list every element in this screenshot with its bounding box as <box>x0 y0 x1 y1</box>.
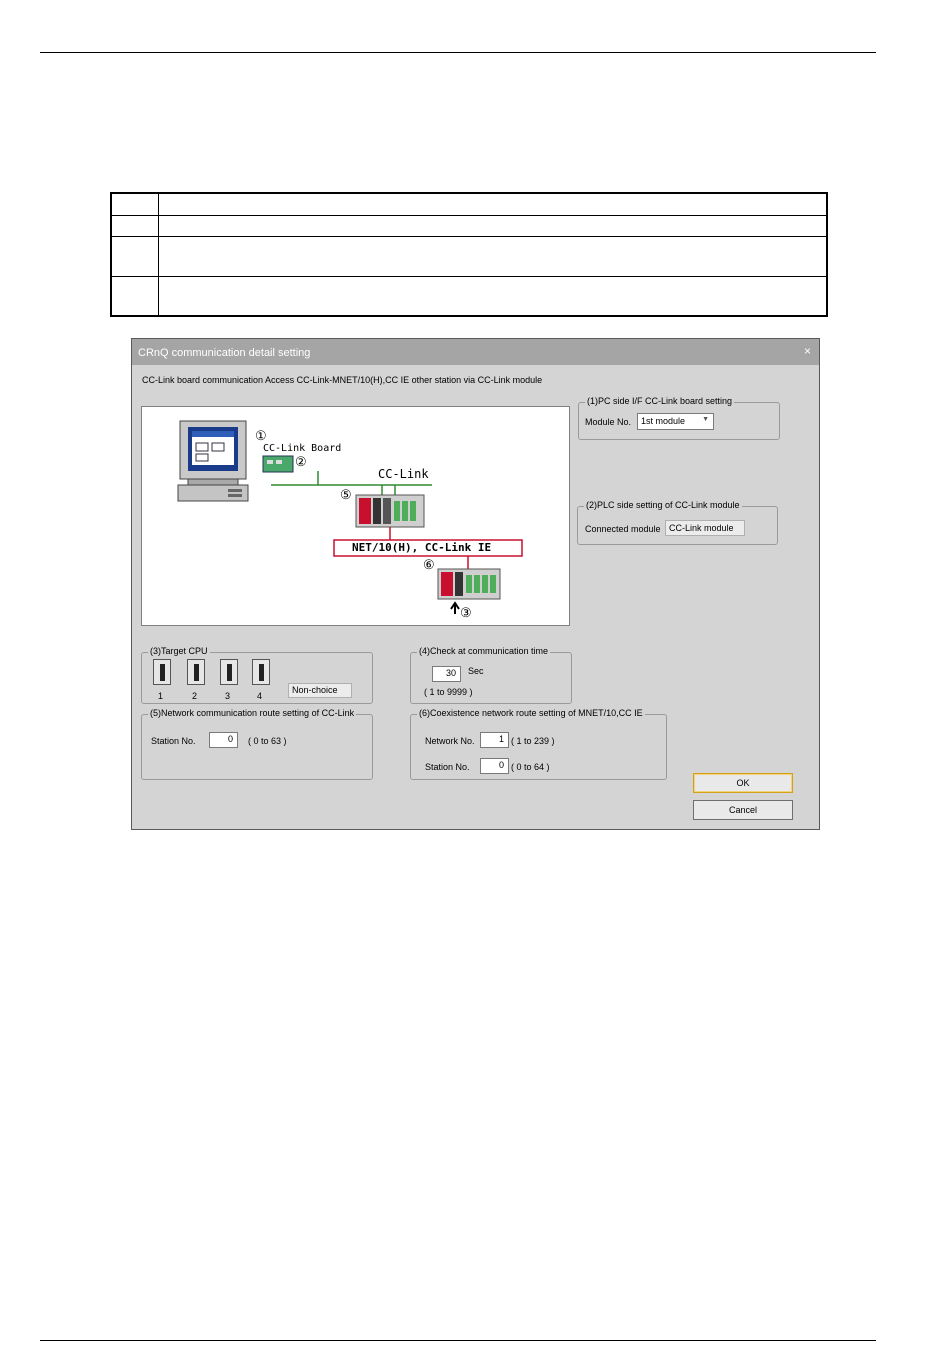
cpu-2-button[interactable] <box>187 659 205 685</box>
coexistence-station-input[interactable]: 0 <box>480 758 509 774</box>
cpu-selection-value: Non-choice <box>288 683 352 698</box>
check-time-group: (4)Check at communication time 30 Sec ( … <box>410 646 572 704</box>
network-diagram: ① CC-Link Board ② CC-Link ⑤ NET/10(H), C… <box>141 406 570 626</box>
close-icon[interactable]: × <box>804 344 811 358</box>
coexistence-station-label: Station No. <box>425 762 470 772</box>
coexistence-network-range: ( 1 to 239 ) <box>511 736 555 746</box>
cc-link-bus-label: CC-Link <box>378 467 429 481</box>
coexistence-network-label: Network No. <box>425 736 475 746</box>
coexistence-station-range: ( 0 to 64 ) <box>511 762 550 772</box>
plc-side-group-title: (2)PLC side setting of CC-Link module <box>584 500 742 510</box>
cpu-4-button[interactable] <box>252 659 270 685</box>
route-group-title: (5)Network communication route setting o… <box>148 708 357 718</box>
module-no-value: 1st module <box>641 416 686 426</box>
ok-button[interactable]: OK <box>693 773 793 793</box>
dialog-description: CC-Link board communication Access CC-Li… <box>142 375 543 385</box>
route-station-input[interactable]: 0 <box>209 732 238 748</box>
coexistence-group-title: (6)Coexistence network route setting of … <box>417 708 645 718</box>
dialog-title: CRnQ communication detail setting <box>138 347 311 359</box>
target-cpu-group-title: (3)Target CPU <box>148 646 210 656</box>
module-no-label: Module No. <box>585 417 632 427</box>
diagram-marker-6: ⑥ <box>423 557 435 572</box>
page-footer-rule <box>40 1340 876 1341</box>
route-station-label: Station No. <box>151 736 196 746</box>
cpu-3-label: 3 <box>225 691 231 701</box>
up-arrow-icon <box>450 601 460 614</box>
doc-table <box>110 192 828 317</box>
diagram-marker-1: ① <box>255 428 267 443</box>
connected-module-label: Connected module <box>585 524 661 534</box>
route-group: (5)Network communication route setting o… <box>141 708 373 780</box>
doc-table-row <box>112 236 826 277</box>
pc-computer-icon <box>177 420 249 502</box>
diagram-marker-3: ③ <box>460 605 472 620</box>
pc-side-group: (1)PC side I/F CC-Link board setting Mod… <box>578 396 780 440</box>
check-time-unit: Sec <box>468 666 484 676</box>
cc-link-board-icon <box>262 455 294 473</box>
network-diagram-graphic <box>177 420 523 614</box>
check-time-range: ( 1 to 9999 ) <box>424 687 473 697</box>
cpu-1-label: 1 <box>158 691 164 701</box>
cpu-3-button[interactable] <box>220 659 238 685</box>
dialog-titlebar: CRnQ communication detail setting × <box>132 339 819 365</box>
chevron-down-icon: ▼ <box>702 416 709 423</box>
board-label: CC-Link Board <box>263 443 342 454</box>
route-station-range: ( 0 to 63 ) <box>248 736 287 746</box>
check-time-input[interactable]: 30 <box>432 666 461 682</box>
plc-side-group: (2)PLC side setting of CC-Link module Co… <box>577 500 778 545</box>
cpu-2-label: 2 <box>192 691 198 701</box>
plc-station-5-icon <box>355 494 425 528</box>
page-header-rule <box>40 52 876 53</box>
doc-table-header-row <box>112 194 826 216</box>
network-label: NET/10(H), CC-Link IE <box>352 541 492 554</box>
coexistence-network-input[interactable]: 1 <box>480 732 509 748</box>
cpu-4-label: 4 <box>257 691 263 701</box>
cpu-1-button[interactable] <box>153 659 171 685</box>
cancel-button[interactable]: Cancel <box>693 800 793 820</box>
connected-module-value: CC-Link module <box>665 520 745 536</box>
diagram-marker-5: ⑤ <box>340 487 352 502</box>
pc-side-group-title: (1)PC side I/F CC-Link board setting <box>585 396 735 406</box>
diagram-marker-2: ② <box>295 454 307 469</box>
communication-detail-dialog: CRnQ communication detail setting × CC-L… <box>131 338 820 830</box>
plc-station-6-icon <box>437 568 501 600</box>
check-time-group-title: (4)Check at communication time <box>417 646 551 656</box>
target-cpu-group: (3)Target CPU 1 2 3 4 Non-choice <box>141 646 373 704</box>
doc-table-row <box>112 215 826 237</box>
coexistence-group: (6)Coexistence network route setting of … <box>410 708 667 780</box>
module-no-select[interactable]: 1st module ▼ <box>637 413 714 430</box>
